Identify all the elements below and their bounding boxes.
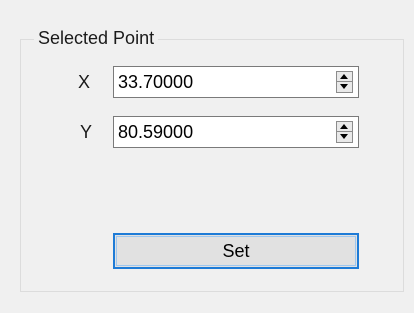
y-decrement-button[interactable]: [337, 132, 352, 142]
y-label: Y: [80, 122, 93, 142]
set-button[interactable]: Set: [113, 233, 359, 269]
y-value[interactable]: 80.59000: [118, 121, 193, 143]
selected-point-panel: Selected Point X 33.70000 Y 80.59000 Set: [0, 0, 414, 313]
x-decrement-button[interactable]: [337, 82, 352, 92]
y-increment-button[interactable]: [337, 122, 352, 132]
set-button-label: Set: [222, 241, 250, 261]
triangle-up-icon: [340, 74, 348, 79]
x-label: X: [78, 72, 91, 92]
x-numeric-updown[interactable]: 33.70000: [113, 66, 359, 98]
x-spin-buttons[interactable]: [336, 71, 353, 93]
y-numeric-updown[interactable]: 80.59000: [113, 116, 359, 148]
y-spin-buttons[interactable]: [336, 121, 353, 143]
x-value[interactable]: 33.70000: [118, 71, 193, 93]
triangle-down-icon: [340, 84, 348, 89]
x-increment-button[interactable]: [337, 72, 352, 82]
groupbox-title: Selected Point: [34, 27, 159, 49]
triangle-up-icon: [340, 124, 348, 129]
triangle-down-icon: [340, 134, 348, 139]
